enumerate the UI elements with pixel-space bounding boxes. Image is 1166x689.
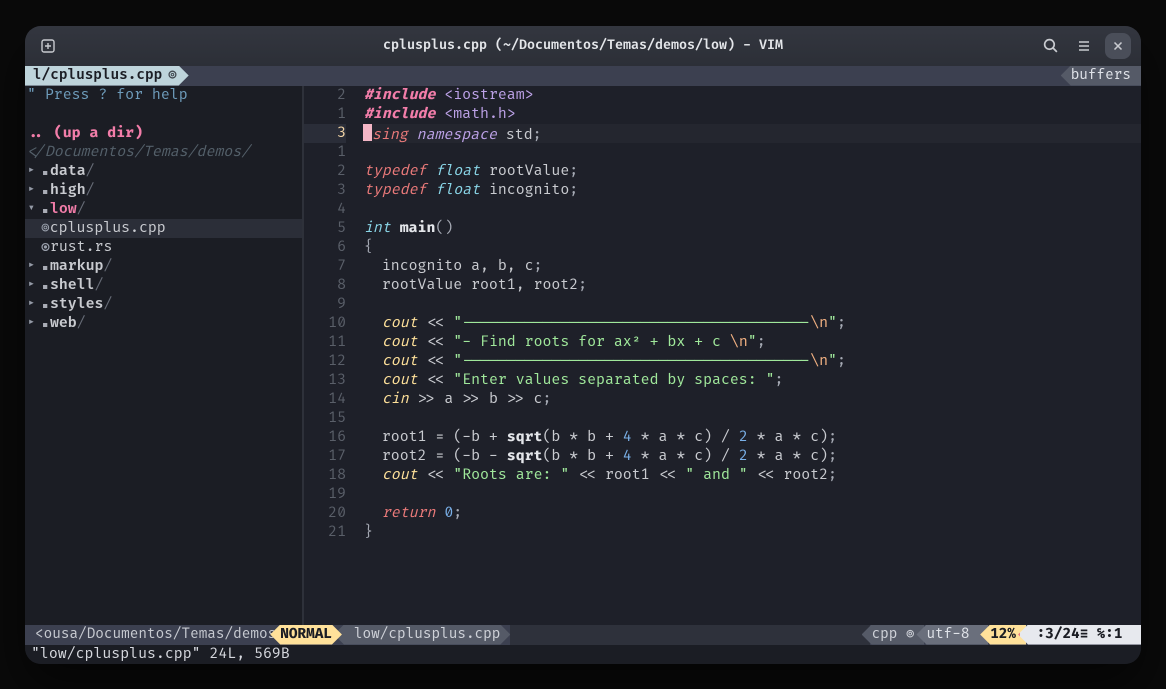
status-encoding: utf-8 <box>916 625 988 645</box>
tree-file-rust.rs[interactable]: ◉ rust.rs <box>25 238 303 257</box>
tree-up-dir[interactable]: .. (up a dir) <box>25 124 303 143</box>
tab-label: l/cplusplus.cpp <box>33 66 162 85</box>
tree-folder-low[interactable]: ▾ ▪ low/ <box>25 200 303 219</box>
code-area[interactable]: #include <iostream>#include <math.h>sing… <box>352 86 1141 625</box>
cursor <box>363 124 372 141</box>
tree-cwd: </Documentos/Temas/demos/ <box>25 143 303 162</box>
tree-folder-markup[interactable]: ▸ ▪ markup/ <box>25 257 303 276</box>
command-line: "low/cplusplus.cpp" 24L, 569B <box>25 645 1141 664</box>
menu-icon[interactable] <box>1071 33 1097 59</box>
buffers-indicator[interactable]: buffers <box>1061 66 1141 86</box>
close-icon[interactable] <box>1105 33 1131 59</box>
window-title: cplusplus.cpp (~/Documentos/Temas/demos/… <box>25 36 1141 55</box>
status-line: <ousa/Documentos/Temas/demos NORMAL low/… <box>25 625 1141 645</box>
new-tab-button[interactable] <box>35 33 61 59</box>
tree-folder-styles[interactable]: ▸ ▪ styles/ <box>25 295 303 314</box>
status-mode: NORMAL <box>270 625 342 645</box>
search-icon[interactable] <box>1037 33 1063 59</box>
file-tree[interactable]: " Press ? for help .. (up a dir) </Docum… <box>25 86 303 625</box>
status-filetype: cpp ⊚ <box>862 625 925 645</box>
tree-folder-web[interactable]: ▸ ▪ web/ <box>25 314 303 333</box>
line-gutter: 213123456789101112131415161718192021 <box>303 86 352 625</box>
tree-folder-data[interactable]: ▸ ▪ data/ <box>25 162 303 181</box>
terminal-window: cplusplus.cpp (~/Documentos/Temas/demos/… <box>25 26 1141 664</box>
tab-current[interactable]: l/cplusplus.cpp ⊚ <box>25 66 189 86</box>
tree-file-cplusplus.cpp[interactable]: ⊚ cplusplus.cpp <box>25 219 303 238</box>
gear-icon: ⊚ <box>168 66 176 85</box>
editor[interactable]: 213123456789101112131415161718192021 #in… <box>303 86 1141 625</box>
status-position: :3/24≡ ℅:1 <box>1018 625 1141 645</box>
status-file: low/cplusplus.cpp <box>334 625 510 645</box>
tree-folder-high[interactable]: ▸ ▪ high/ <box>25 181 303 200</box>
tree-folder-shell[interactable]: ▸ ▪ shell/ <box>25 276 303 295</box>
tree-help: " Press ? for help <box>25 86 303 105</box>
tabline: l/cplusplus.cpp ⊚ buffers <box>25 66 1141 86</box>
titlebar: cplusplus.cpp (~/Documentos/Temas/demos/… <box>25 26 1141 66</box>
workspace: " Press ? for help .. (up a dir) </Docum… <box>25 86 1141 625</box>
status-cwd: <ousa/Documentos/Temas/demos <box>25 625 286 645</box>
